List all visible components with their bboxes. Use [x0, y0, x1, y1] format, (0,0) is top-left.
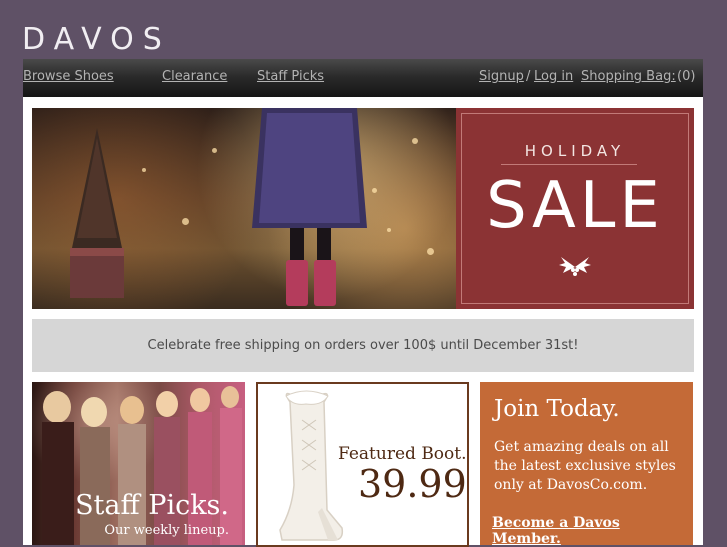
featured-boot-tile[interactable]: Featured Boot. 39.99 — [256, 382, 469, 547]
free-shipping-banner: Celebrate free shipping on orders over 1… — [32, 319, 694, 372]
featured-boot-label: Featured Boot. — [338, 444, 467, 464]
staff-picks-subtitle: Our weekly lineup. — [104, 523, 229, 538]
signup-link[interactable]: Signup — [479, 69, 524, 84]
nav-clearance[interactable]: Clearance — [162, 69, 227, 84]
holly-icon — [559, 257, 591, 276]
sale-panel: HOLIDAY SALE — [456, 108, 694, 309]
nav-browse-shoes[interactable]: Browse Shoes — [23, 69, 114, 84]
nav-separator: / — [526, 69, 531, 84]
join-description: Get amazing deals on all the latest excl… — [494, 439, 676, 493]
sale-divider — [501, 164, 637, 165]
main-content: HOLIDAY SALE Celebrate free shipping on … — [23, 97, 703, 547]
promo-text: Celebrate free shipping on orders over 1… — [147, 338, 579, 353]
model-graphic — [252, 108, 367, 306]
holiday-sale-banner[interactable]: HOLIDAY SALE — [32, 108, 694, 309]
bag-count: (0) — [677, 69, 696, 84]
sale-heading: SALE — [486, 169, 664, 243]
top-navigation: Browse Shoes Clearance Staff Picks Signu… — [23, 59, 703, 97]
login-link[interactable]: Log in — [534, 69, 573, 84]
become-member-link[interactable]: Become a Davos Member. — [492, 515, 693, 545]
join-today-tile[interactable]: Join Today. Get amazing deals on all the… — [480, 382, 693, 545]
join-title: Join Today. — [494, 396, 620, 422]
banner-photo — [32, 108, 456, 309]
shopping-bag-link[interactable]: Shopping Bag: — [581, 69, 676, 84]
site-logo[interactable]: DAVOS — [22, 22, 171, 57]
tree-graphic — [70, 128, 124, 298]
holiday-heading: HOLIDAY — [524, 142, 626, 160]
nav-staff-picks[interactable]: Staff Picks — [257, 69, 324, 84]
boot-graphic — [279, 390, 344, 541]
featured-boot-price: 39.99 — [358, 462, 467, 506]
staff-picks-title: Staff Picks. — [75, 490, 229, 521]
staff-picks-tile[interactable]: Staff Picks. Our weekly lineup. — [32, 382, 245, 545]
